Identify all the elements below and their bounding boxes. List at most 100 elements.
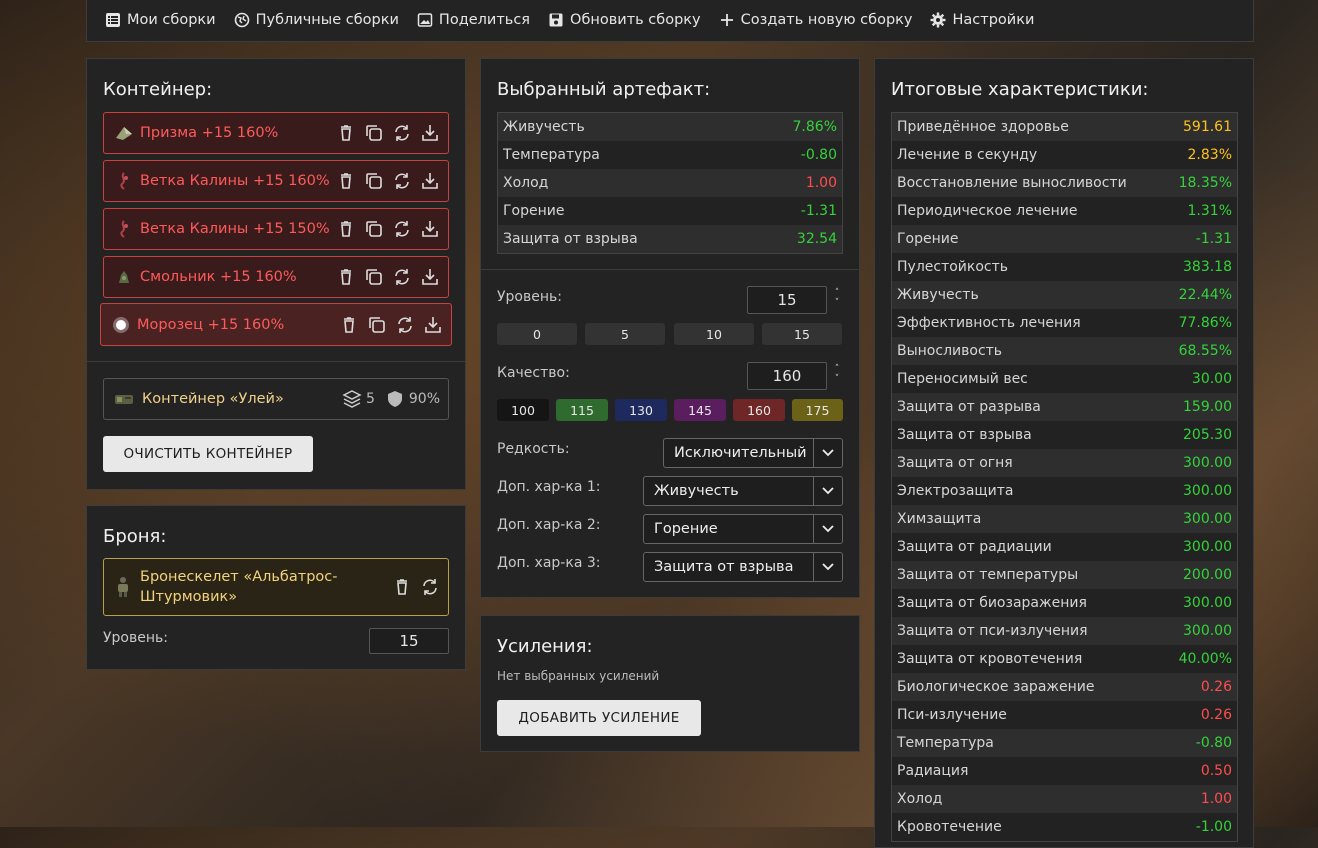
container-item[interactable]: Ветка Калины +15 160% — [103, 160, 449, 202]
quality-preset-145[interactable]: 145 — [674, 399, 726, 421]
quality-preset-100[interactable]: 100 — [497, 399, 549, 421]
table-row: Защита от пси-излучения 300.00 — [892, 617, 1237, 645]
stat-name: Пси-излучение — [897, 707, 1007, 723]
copy-icon[interactable] — [367, 315, 387, 335]
download-icon[interactable] — [420, 123, 440, 143]
armor-item[interactable]: Бронескелет «Альбатрос-Штурмовик» — [103, 558, 449, 616]
nav-settings[interactable]: Настройки — [930, 12, 1034, 28]
stat-value: 300.00 — [1183, 511, 1232, 527]
container-title: Контейнер: — [103, 79, 213, 100]
extra2-label: Доп. хар-ка 2: — [497, 517, 601, 533]
container-item[interactable]: Призма +15 160% — [103, 112, 449, 154]
stat-name: Горение — [503, 203, 565, 219]
level-preset-15[interactable]: 15 — [762, 323, 842, 345]
trash-icon[interactable] — [336, 123, 356, 143]
container-item-selected[interactable]: Морозец +15 160% — [100, 303, 452, 346]
stat-name: Кровотечение — [897, 819, 1002, 835]
trash-icon[interactable] — [336, 267, 356, 287]
boosts-empty-text: Нет выбранных усилений — [497, 669, 660, 683]
container-item-name: Ветка Калины +15 150% — [140, 221, 330, 237]
top-navigation: Мои сборки Публичные сборки Поделиться О… — [86, 0, 1254, 42]
table-row: Периодическое лечение 1.31% — [892, 197, 1237, 225]
download-icon[interactable] — [420, 267, 440, 287]
clear-container-button[interactable]: ОЧИСТИТЬ КОНТЕЙНЕР — [103, 436, 313, 472]
container-panel: Контейнер: Призма +15 160% Ветка Калины … — [86, 58, 466, 490]
artifact-level-input[interactable]: 15 — [747, 286, 827, 314]
artifact-level-stepper[interactable]: ˄ ˅ — [831, 288, 843, 308]
copy-icon[interactable] — [364, 123, 384, 143]
level-preset-0[interactable]: 0 — [497, 323, 577, 345]
artifact-quality-input[interactable]: 160 — [747, 362, 827, 390]
nav-new-build[interactable]: Создать новую сборку — [719, 12, 912, 28]
table-row: Защита от взрыва 32.54 — [498, 225, 842, 253]
copy-icon[interactable] — [364, 267, 384, 287]
container-item[interactable]: Смольник +15 160% — [103, 256, 449, 298]
stat-name: Защита от взрыва — [897, 427, 1032, 443]
level-preset-5[interactable]: 5 — [585, 323, 665, 345]
layers-icon — [342, 390, 362, 408]
add-boost-button[interactable]: ДОБАВИТЬ УСИЛЕНИЕ — [497, 700, 701, 736]
swap-icon[interactable] — [392, 171, 412, 191]
stat-name: Защита от биозаражения — [897, 595, 1087, 611]
rarity-select[interactable]: Исключительный — [663, 438, 843, 468]
download-icon[interactable] — [420, 171, 440, 191]
nav-settings-label: Настройки — [952, 11, 1035, 28]
stat-value: 383.18 — [1183, 259, 1232, 275]
download-icon[interactable] — [423, 315, 443, 335]
nav-my-builds[interactable]: Мои сборки — [105, 12, 216, 28]
trash-icon[interactable] — [392, 577, 412, 597]
table-row: Горение -1.31 — [892, 225, 1237, 253]
stat-value: -0.80 — [800, 147, 837, 163]
swap-icon[interactable] — [392, 219, 412, 239]
list-icon — [106, 12, 120, 27]
extra1-select[interactable]: Живучесть — [643, 476, 843, 506]
stat-name: Температура — [897, 735, 994, 751]
armor-panel: Броня: Бронескелет «Альбатрос-Штурмовик»… — [86, 505, 466, 670]
swap-icon[interactable] — [392, 267, 412, 287]
trash-icon[interactable] — [336, 219, 356, 239]
stat-name: Приведённое здоровье — [897, 119, 1069, 135]
stat-name: Холод — [503, 175, 549, 191]
level-preset-10[interactable]: 10 — [674, 323, 754, 345]
swap-icon[interactable] — [420, 577, 440, 597]
stat-value: 7.86% — [792, 119, 837, 135]
swap-icon[interactable] — [392, 123, 412, 143]
stat-name: Радиация — [897, 763, 969, 779]
copy-icon[interactable] — [364, 219, 384, 239]
swap-icon[interactable] — [395, 315, 415, 335]
artifact-quality-stepper[interactable]: ˄ ˅ — [831, 364, 843, 384]
artifact-quality-label: Качество: — [497, 365, 570, 381]
extra3-select[interactable]: Защита от взрыва — [643, 552, 843, 582]
quality-preset-130[interactable]: 130 — [615, 399, 667, 421]
extra2-select[interactable]: Горение — [643, 514, 843, 544]
container-divider — [87, 361, 465, 362]
copy-icon[interactable] — [364, 171, 384, 191]
quality-preset-115[interactable]: 115 — [556, 399, 608, 421]
table-row: Температура -0.80 — [498, 141, 842, 169]
globe-icon — [234, 12, 249, 27]
container-item-name: Морозец +15 160% — [137, 316, 285, 333]
stat-value: 68.55% — [1178, 343, 1232, 359]
stat-name: Защита от радиации — [897, 539, 1052, 555]
quality-preset-160[interactable]: 160 — [733, 399, 785, 421]
nav-update-build[interactable]: Обновить сборку — [548, 12, 701, 28]
table-row: Радиация 0.50 — [892, 757, 1237, 785]
nav-public-builds[interactable]: Публичные сборки — [234, 12, 399, 28]
kalina-branch-icon — [114, 171, 134, 191]
container-item[interactable]: Ветка Калины +15 150% — [103, 208, 449, 250]
nav-share[interactable]: Поделиться — [417, 12, 530, 28]
download-icon[interactable] — [420, 219, 440, 239]
trash-icon[interactable] — [336, 171, 356, 191]
container-box[interactable]: Контейнер «Улей» 5 90% — [103, 378, 449, 420]
container-box-name: Контейнер «Улей» — [142, 391, 284, 407]
extra1-value: Живучесть — [654, 483, 739, 499]
trash-icon[interactable] — [339, 315, 359, 335]
nav-my-builds-label: Мои сборки — [127, 11, 216, 28]
rarity-label: Редкость: — [497, 441, 570, 457]
nav-update-build-label: Обновить сборку — [570, 11, 701, 28]
armor-level-input[interactable]: 15 — [369, 628, 449, 654]
chevron-down-icon — [822, 449, 834, 457]
stat-name: Живучесть — [897, 287, 979, 303]
quality-preset-175[interactable]: 175 — [792, 399, 843, 421]
table-row: Кровотечение -1.00 — [892, 813, 1237, 841]
